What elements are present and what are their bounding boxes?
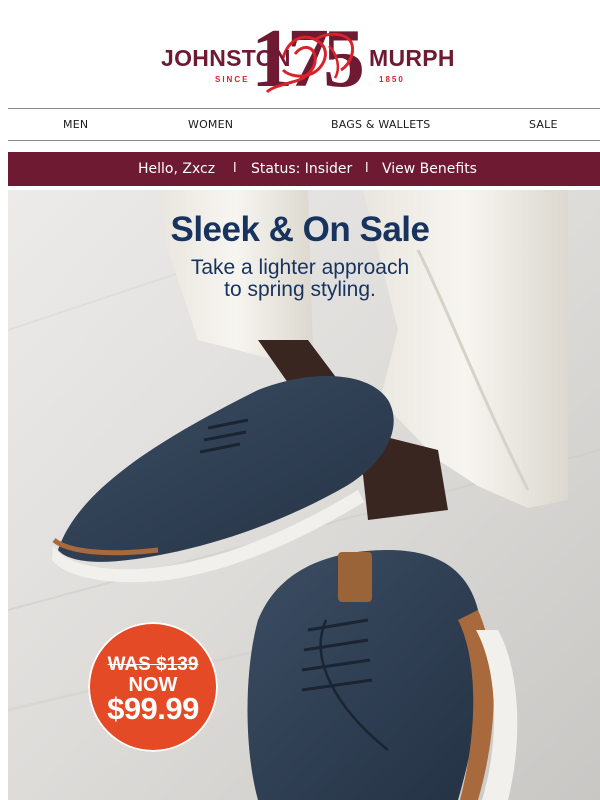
hero-subhead-line-1: Take a lighter approach [190, 256, 410, 279]
main-nav: MEN WOMEN BAGS & WALLETS SALE [8, 109, 600, 140]
was-price: WAS $139 [107, 654, 199, 675]
separator: l [365, 161, 369, 176]
hero-headline: Sleek & On Sale [170, 210, 430, 249]
nav-item-bags-wallets[interactable]: BAGS & WALLETS [331, 109, 430, 140]
nav-item-sale[interactable]: SALE [529, 109, 558, 140]
nav-item-men[interactable]: MEN [63, 109, 88, 140]
hero-subhead: Take a lighter approach to spring stylin… [0, 257, 600, 301]
status-text: Status: Insider [251, 161, 353, 177]
price-badge[interactable]: WAS $139 NOW $99.99 [88, 622, 218, 752]
johnston-murphy-175-logo-icon: 175 JOHNSTON MURPHY SINCE 1850 [161, 14, 455, 98]
sale-price: $99.99 [107, 691, 199, 726]
hero-subhead-line-2: to spring styling. [224, 278, 376, 301]
member-status-bar: Hello, Zxcz l Status: Insider l View Ben… [8, 152, 600, 186]
logo-since: SINCE [215, 75, 249, 84]
greeting-text: Hello, Zxcz [138, 161, 216, 177]
logo-year: 1850 [379, 75, 405, 84]
separator: l [233, 161, 237, 176]
view-benefits-link[interactable]: View Benefits [382, 152, 477, 186]
nav-item-women[interactable]: WOMEN [188, 109, 233, 140]
nav-divider-bottom [8, 140, 600, 141]
brand-logo[interactable]: 175 JOHNSTON MURPHY SINCE 1850 [155, 14, 455, 98]
email-header: 175 JOHNSTON MURPHY SINCE 1850 [0, 0, 600, 108]
logo-right-word: MURPHY [369, 45, 455, 71]
logo-left-word: JOHNSTON [161, 45, 291, 71]
